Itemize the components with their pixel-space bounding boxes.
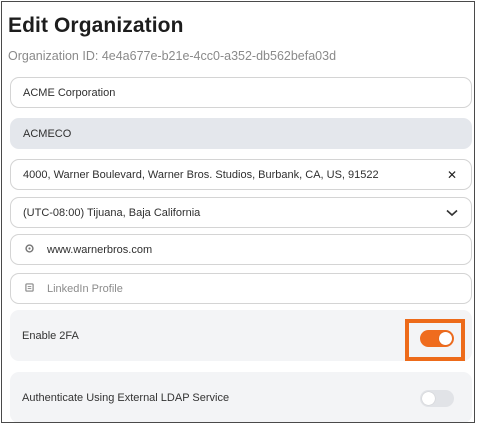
close-icon[interactable]: ✕ (445, 168, 459, 182)
organization-id-value: 4e4a677e-b21e-4cc0-a352-db562befa03d (101, 49, 337, 63)
website-value: www.warnerbros.com (47, 243, 153, 256)
organization-id: Organization ID: 4e4a677e-b21e-4cc0-a352… (8, 49, 336, 63)
enable-2fa-label: Enable 2FA (22, 329, 79, 342)
organization-name-value: ACME Corporation (23, 86, 116, 99)
toggle-knob (422, 392, 435, 405)
address-value: 4000, Warner Boulevard, Warner Bros. Stu… (23, 168, 379, 181)
timezone-value: (UTC-08:00) Tijuana, Baja California (23, 206, 201, 219)
organization-id-label: Organization ID: (8, 49, 99, 63)
timezone-select[interactable]: (UTC-08:00) Tijuana, Baja California (10, 197, 472, 228)
linkedin-placeholder: LinkedIn Profile (47, 282, 123, 295)
page-title: Edit Organization (8, 14, 184, 37)
address-field[interactable]: 4000, Warner Boulevard, Warner Bros. Stu… (10, 159, 472, 190)
globe-icon (23, 244, 35, 255)
linkedin-icon (23, 283, 35, 294)
organization-code-field: ACMECO (10, 118, 472, 149)
ldap-label: Authenticate Using External LDAP Service (22, 391, 230, 404)
organization-code-value: ACMECO (23, 127, 72, 140)
organization-name-field[interactable]: ACME Corporation (10, 77, 472, 108)
linkedin-field[interactable]: LinkedIn Profile (10, 273, 472, 304)
website-field[interactable]: www.warnerbros.com (10, 234, 472, 265)
ldap-row: Authenticate Using External LDAP Service (10, 372, 472, 422)
ldap-toggle[interactable] (420, 390, 454, 407)
chevron-down-icon (445, 206, 459, 220)
enable-2fa-row: Enable 2FA (10, 310, 472, 361)
highlight-box (405, 319, 465, 361)
edit-organization-panel: Edit Organization Organization ID: 4e4a6… (1, 1, 475, 423)
